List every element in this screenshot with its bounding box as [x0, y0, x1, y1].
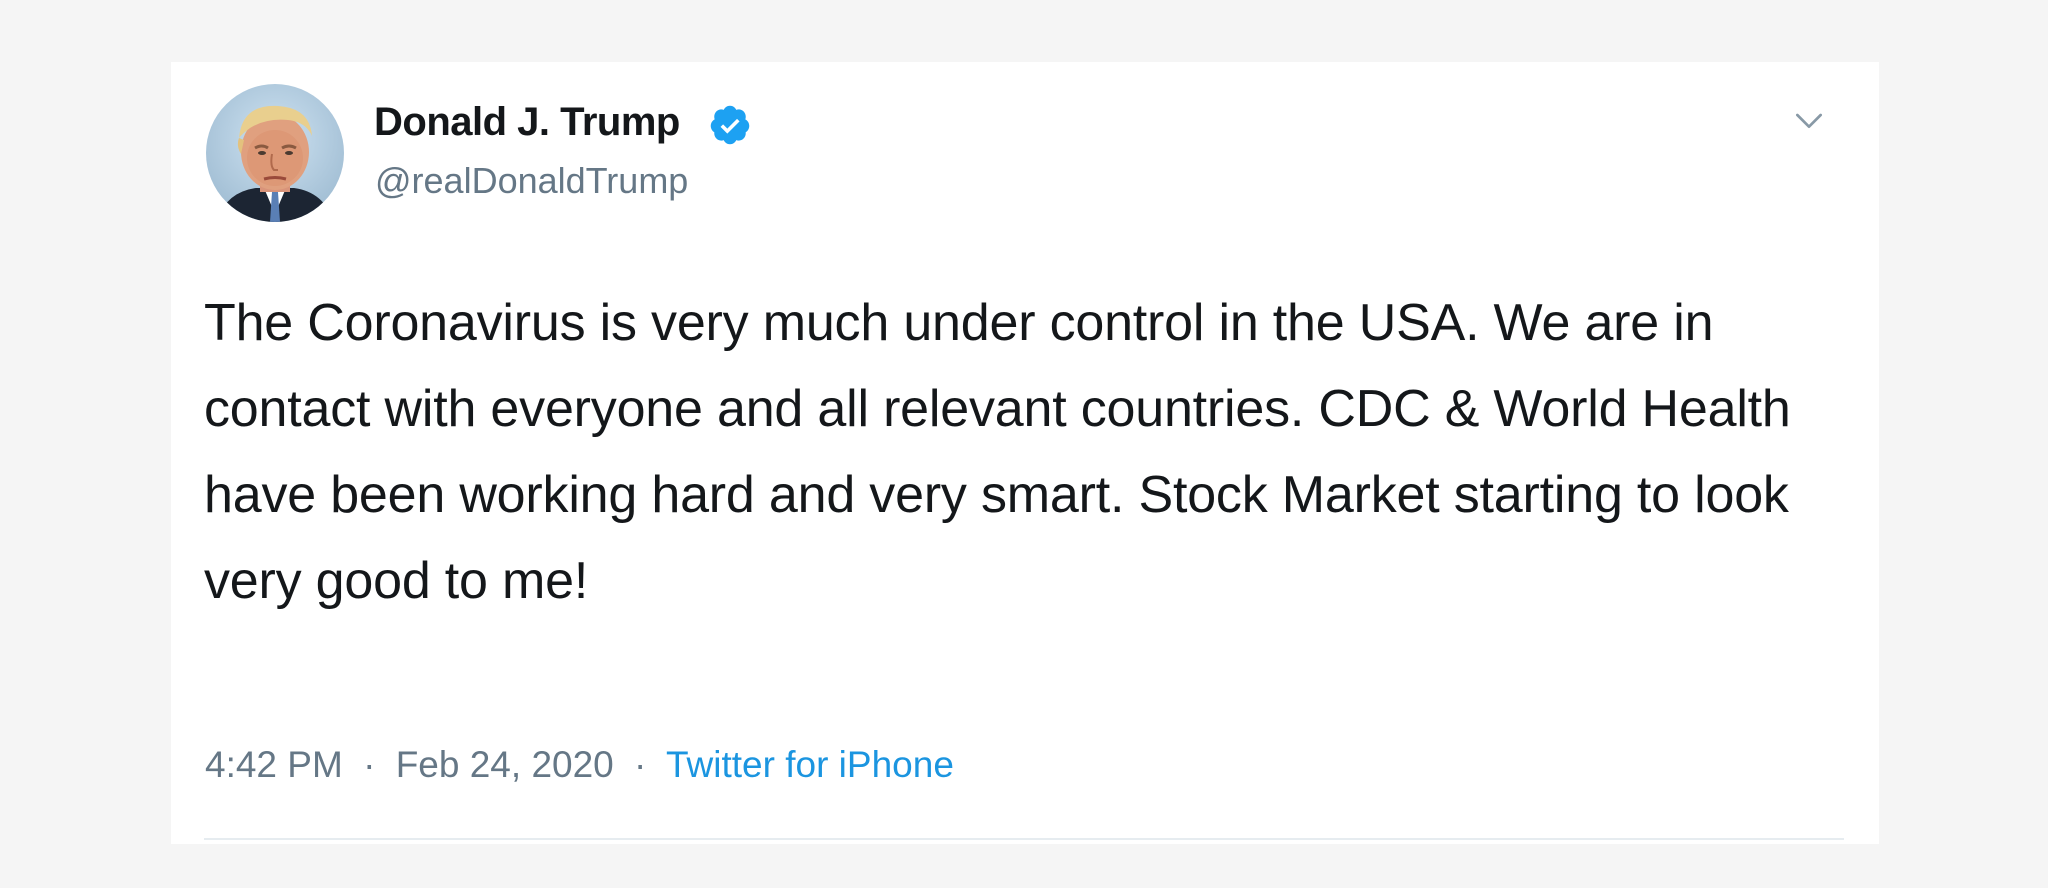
tweet-date[interactable]: Feb 24, 2020	[396, 744, 614, 785]
author-handle[interactable]: @realDonaldTrump	[375, 160, 688, 202]
tweet-meta: 4:42 PM · Feb 24, 2020 · Twitter for iPh…	[205, 744, 954, 786]
tweet-text: The Coronavirus is very much under contr…	[204, 294, 1791, 610]
meta-separator: ·	[363, 744, 376, 785]
chevron-down-icon[interactable]	[1789, 100, 1829, 140]
avatar[interactable]	[206, 84, 344, 222]
verified-badge-icon	[710, 105, 750, 145]
avatar-image	[206, 84, 344, 222]
tweet-source-link[interactable]: Twitter for iPhone	[666, 744, 954, 785]
tweet-time[interactable]: 4:42 PM	[205, 744, 343, 785]
tweet-card: Donald J. Trump @realDonaldTrump The Cor…	[171, 62, 1879, 844]
meta-separator: ·	[634, 744, 647, 785]
author-display-name[interactable]: Donald J. Trump	[374, 100, 680, 145]
divider	[204, 838, 1844, 840]
